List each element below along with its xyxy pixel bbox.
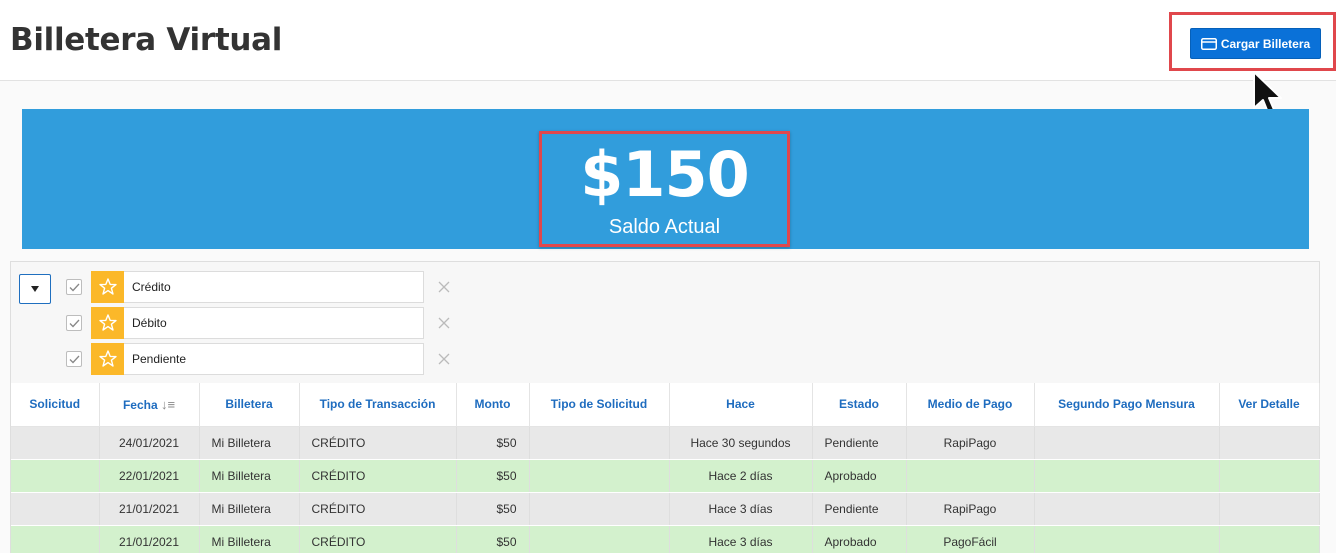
- cell-estado: Aprobado: [812, 459, 907, 493]
- caret-down-icon: [30, 280, 40, 298]
- cell-tipo-solicitud: [529, 492, 670, 526]
- cell-tipo: CRÉDITO: [299, 492, 457, 526]
- cell-monto: $50: [456, 426, 530, 460]
- cell-fecha: 22/01/2021: [99, 459, 200, 493]
- table-row[interactable]: 21/01/2021 Mi Billetera CRÉDITO $50 Hace…: [11, 492, 1320, 526]
- close-icon[interactable]: [436, 351, 452, 367]
- cell-billetera: Mi Billetera: [199, 459, 300, 493]
- column-header[interactable]: Estado: [812, 383, 907, 427]
- cell-detalle[interactable]: [1219, 525, 1320, 553]
- cta-label: Cargar Billetera: [1220, 36, 1311, 51]
- cell-detalle[interactable]: [1219, 426, 1320, 460]
- cell-hace: Hace 3 días: [669, 525, 813, 553]
- column-header-fecha[interactable]: Fecha ↓≡: [99, 383, 200, 427]
- filter-checkbox[interactable]: [66, 315, 82, 331]
- column-header[interactable]: Hace: [669, 383, 813, 427]
- cell-segundo: [1034, 525, 1220, 553]
- cell-hace: Hace 3 días: [669, 492, 813, 526]
- cell-tipo: CRÉDITO: [299, 525, 457, 553]
- column-header[interactable]: Medio de Pago: [906, 383, 1035, 427]
- filter-toggle-button[interactable]: [19, 274, 51, 304]
- column-header[interactable]: Tipo de Solicitud: [529, 383, 670, 427]
- cell-billetera: Mi Billetera: [199, 426, 300, 460]
- column-header-label: Fecha: [122, 397, 158, 412]
- page-title: Billetera Virtual: [10, 22, 283, 58]
- cell-medio: RapiPago: [906, 492, 1035, 526]
- cell-segundo: [1034, 492, 1220, 526]
- cell-billetera: Mi Billetera: [199, 525, 300, 553]
- filter-checkbox[interactable]: [66, 351, 82, 367]
- cell-monto: $50: [456, 525, 530, 553]
- cell-solicitud: [11, 426, 100, 460]
- cell-tipo-solicitud: [529, 459, 670, 493]
- cell-tipo: CRÉDITO: [299, 459, 457, 493]
- column-header[interactable]: Monto: [456, 383, 530, 427]
- filter-checkbox[interactable]: [66, 279, 82, 295]
- cell-solicitud: [11, 459, 100, 493]
- cell-solicitud: [11, 492, 100, 526]
- cell-segundo: [1034, 459, 1220, 493]
- table-row[interactable]: 21/01/2021 Mi Billetera CRÉDITO $50 Hace…: [11, 525, 1320, 553]
- filter-label[interactable]: Débito: [124, 307, 424, 339]
- cell-billetera: Mi Billetera: [199, 492, 300, 526]
- cell-estado: Pendiente: [812, 492, 907, 526]
- cargar-billetera-button[interactable]: Cargar Billetera: [1190, 28, 1321, 59]
- cell-medio: PagoFácil: [906, 525, 1035, 553]
- cell-medio: [906, 459, 1035, 493]
- table-row[interactable]: 22/01/2021 Mi Billetera CRÉDITO $50 Hace…: [11, 459, 1320, 493]
- cell-monto: $50: [456, 492, 530, 526]
- table-header-row: Solicitud Fecha ↓≡ Billetera Tipo de Tra…: [11, 383, 1320, 427]
- column-header[interactable]: Tipo de Transacción: [299, 383, 457, 427]
- filter-label[interactable]: Pendiente: [124, 343, 424, 375]
- cell-tipo: CRÉDITO: [299, 426, 457, 460]
- cell-detalle[interactable]: [1219, 492, 1320, 526]
- star-icon[interactable]: [91, 271, 124, 303]
- table-row[interactable]: 24/01/2021 Mi Billetera CRÉDITO $50 Hace…: [11, 426, 1320, 460]
- cell-medio: RapiPago: [906, 426, 1035, 460]
- cell-detalle[interactable]: [1219, 459, 1320, 493]
- cell-hace: Hace 30 segundos: [669, 426, 813, 460]
- balance-label: Saldo Actual: [608, 216, 721, 238]
- cell-solicitud: [11, 525, 100, 553]
- cell-estado: Aprobado: [812, 525, 907, 553]
- close-icon[interactable]: [436, 315, 452, 331]
- cell-monto: $50: [456, 459, 530, 493]
- star-icon[interactable]: [91, 343, 124, 375]
- column-header[interactable]: Ver Detalle: [1219, 383, 1320, 427]
- page-header: Billetera Virtual: [0, 0, 1336, 81]
- column-header[interactable]: Billetera: [199, 383, 300, 427]
- column-header[interactable]: Segundo Pago Mensura: [1034, 383, 1220, 427]
- credit-card-icon: [1200, 37, 1217, 50]
- sort-descending-icon: ↓≡: [160, 396, 176, 412]
- cell-segundo: [1034, 426, 1220, 460]
- star-icon[interactable]: [91, 307, 124, 339]
- filter-label[interactable]: Crédito: [124, 271, 424, 303]
- balance-amount: $150: [580, 138, 750, 211]
- cell-tipo-solicitud: [529, 426, 670, 460]
- close-icon[interactable]: [436, 279, 452, 295]
- cell-estado: Pendiente: [812, 426, 907, 460]
- transactions-table: Solicitud Fecha ↓≡ Billetera Tipo de Tra…: [11, 383, 1320, 553]
- transactions-report: Crédito Débito Pendiente Solicitud Fecha…: [10, 261, 1320, 553]
- cell-fecha: 24/01/2021: [99, 426, 200, 460]
- cell-hace: Hace 2 días: [669, 459, 813, 493]
- cell-fecha: 21/01/2021: [99, 492, 200, 526]
- cell-tipo-solicitud: [529, 525, 670, 553]
- cell-fecha: 21/01/2021: [99, 525, 200, 553]
- column-header[interactable]: Solicitud: [11, 383, 100, 427]
